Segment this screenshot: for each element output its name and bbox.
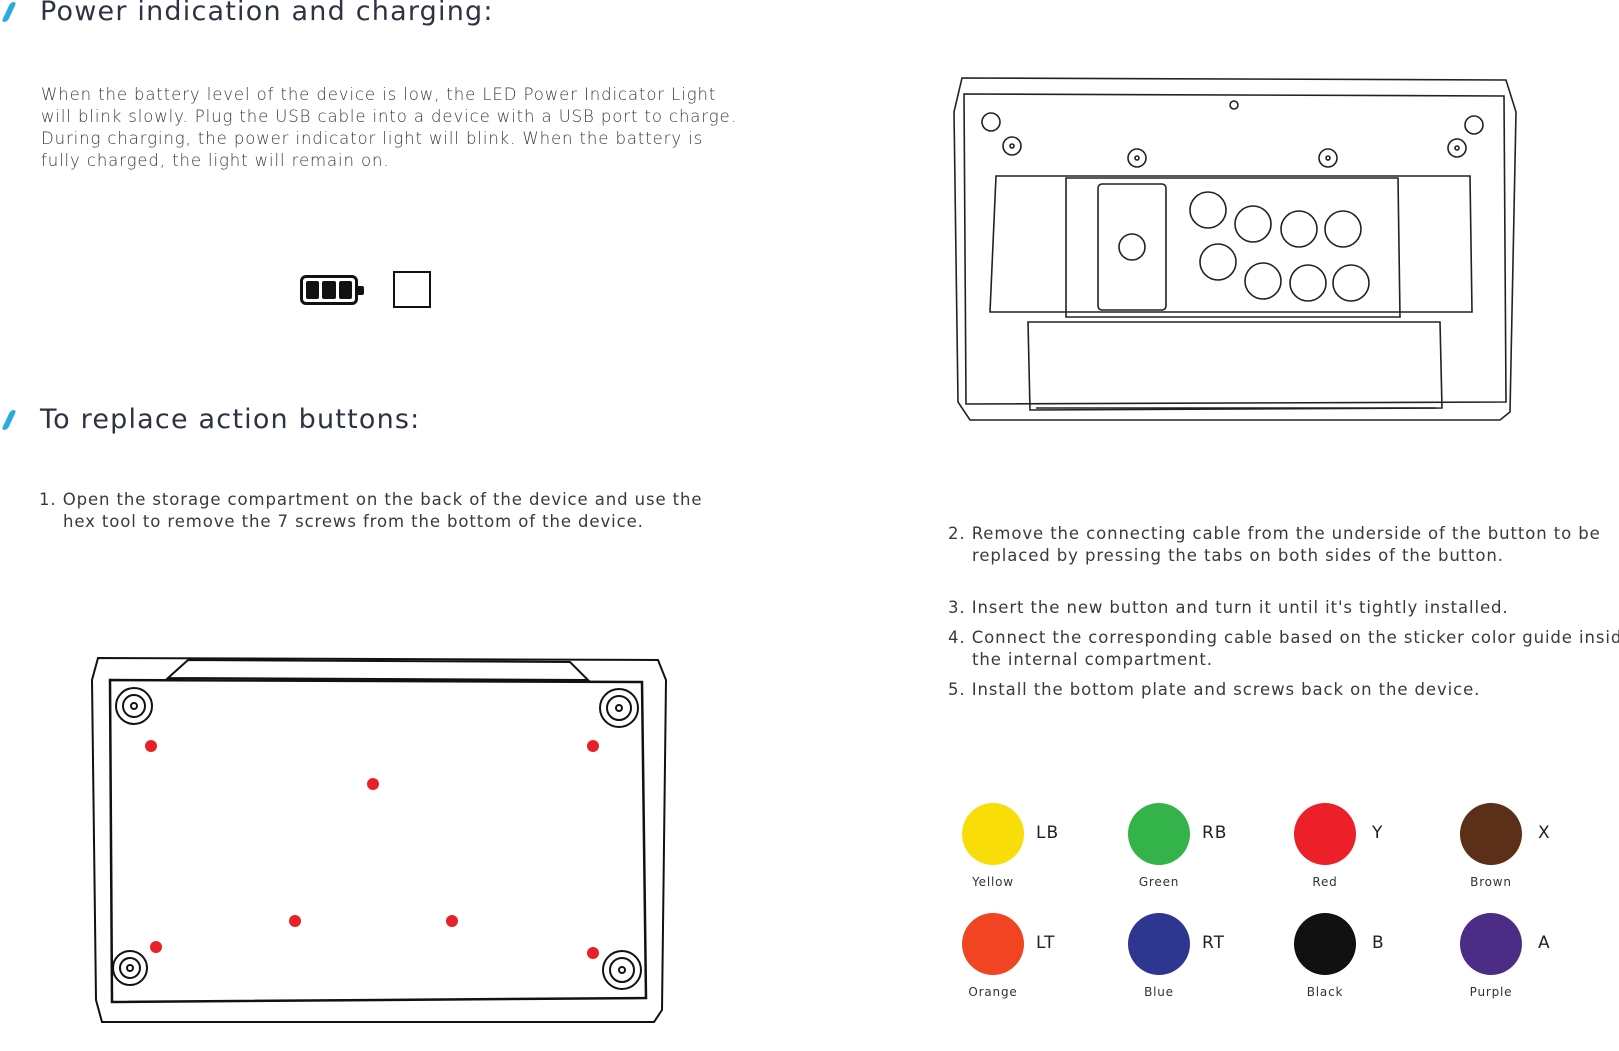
- button-sockets: [1189, 191, 1370, 302]
- housing-inner-edge: [963, 93, 1507, 405]
- screw-marker: [446, 915, 458, 927]
- button-label: A: [1538, 933, 1551, 953]
- storage-bay: [1027, 321, 1443, 411]
- color-swatch: [1294, 803, 1356, 865]
- device-housing-outline: [953, 77, 1517, 421]
- button-label: RB: [1202, 823, 1228, 843]
- accent-slash-icon: [1, 1, 17, 22]
- button-label: LB: [1036, 823, 1060, 843]
- color-name-label: Purple: [1469, 985, 1513, 999]
- joystick-shaft: [1118, 233, 1146, 261]
- storage-compartment-lid: [165, 658, 591, 682]
- button-label: Y: [1372, 823, 1384, 843]
- power-section-title: Power indication and charging:: [40, 0, 494, 27]
- color-guide-item: LT Orange: [962, 913, 1142, 1013]
- screw-marker: [145, 740, 157, 752]
- color-name-label: Black: [1306, 985, 1344, 999]
- rubber-foot-top-right: [599, 688, 639, 728]
- internal-compartment-illustration: [953, 77, 1517, 421]
- replace-section-heading: To replace action buttons:: [0, 404, 420, 435]
- bottom-plate-outline: [108, 678, 648, 1004]
- top-screw: [1229, 100, 1239, 110]
- color-name-label: Green: [1138, 875, 1180, 889]
- accent-slash-icon: [1, 409, 17, 430]
- color-swatch: [1294, 913, 1356, 975]
- rubber-foot-top-left: [115, 687, 153, 725]
- color-swatch: [1128, 913, 1190, 975]
- color-name-label: Orange: [968, 985, 1018, 999]
- color-guide-item: LB Yellow: [962, 803, 1142, 903]
- step-1: 1. Open the storage compartment on the b…: [39, 490, 703, 531]
- rubber-foot-bottom-right: [602, 950, 642, 990]
- device-bottom-illustration: [90, 656, 668, 1023]
- color-guide-item: A Purple: [1460, 913, 1619, 1013]
- color-guide-item: RB Green: [1128, 803, 1308, 903]
- step-5: 5. Install the bottom plate and screws b…: [948, 680, 1481, 699]
- step-4: 4. Connect the corresponding cable based…: [948, 628, 1619, 669]
- color-guide-item: X Brown: [1460, 803, 1619, 903]
- battery-full-icon: [300, 275, 364, 305]
- color-guide-item: RT Blue: [1128, 913, 1308, 1013]
- color-name-label: Red: [1312, 875, 1338, 889]
- replace-section-title: To replace action buttons:: [40, 404, 421, 435]
- device-outer-outline: [90, 656, 668, 1023]
- power-section-heading: Power indication and charging:: [0, 0, 494, 27]
- color-swatch: [962, 803, 1024, 865]
- screw-marker: [150, 941, 162, 953]
- color-guide-item: Y Red: [1294, 803, 1474, 903]
- color-swatch: [1460, 803, 1522, 865]
- button-panel: [1065, 177, 1401, 318]
- button-label: LT: [1036, 933, 1056, 953]
- color-swatch: [962, 913, 1024, 975]
- color-name-label: Yellow: [972, 875, 1014, 889]
- button-label: B: [1372, 933, 1385, 953]
- button-label: X: [1538, 823, 1551, 843]
- screw-marker: [367, 778, 379, 790]
- step-3: 3. Insert the new button and turn it unt…: [948, 598, 1509, 617]
- rubber-foot-bottom-left: [112, 950, 148, 986]
- screw-marker: [587, 947, 599, 959]
- color-name-label: Brown: [1470, 875, 1512, 889]
- step-2: 2. Remove the connecting cable from the …: [948, 524, 1601, 565]
- color-guide-item: B Black: [1294, 913, 1474, 1013]
- screw-marker: [289, 915, 301, 927]
- led-square-icon: [393, 271, 431, 308]
- color-swatch: [1460, 913, 1522, 975]
- power-description: When the battery level of the device is …: [41, 85, 737, 170]
- button-label: RT: [1202, 933, 1225, 953]
- screw-marker: [587, 740, 599, 752]
- color-swatch: [1128, 803, 1190, 865]
- joystick-plate: [1097, 183, 1167, 311]
- color-name-label: Blue: [1144, 985, 1174, 999]
